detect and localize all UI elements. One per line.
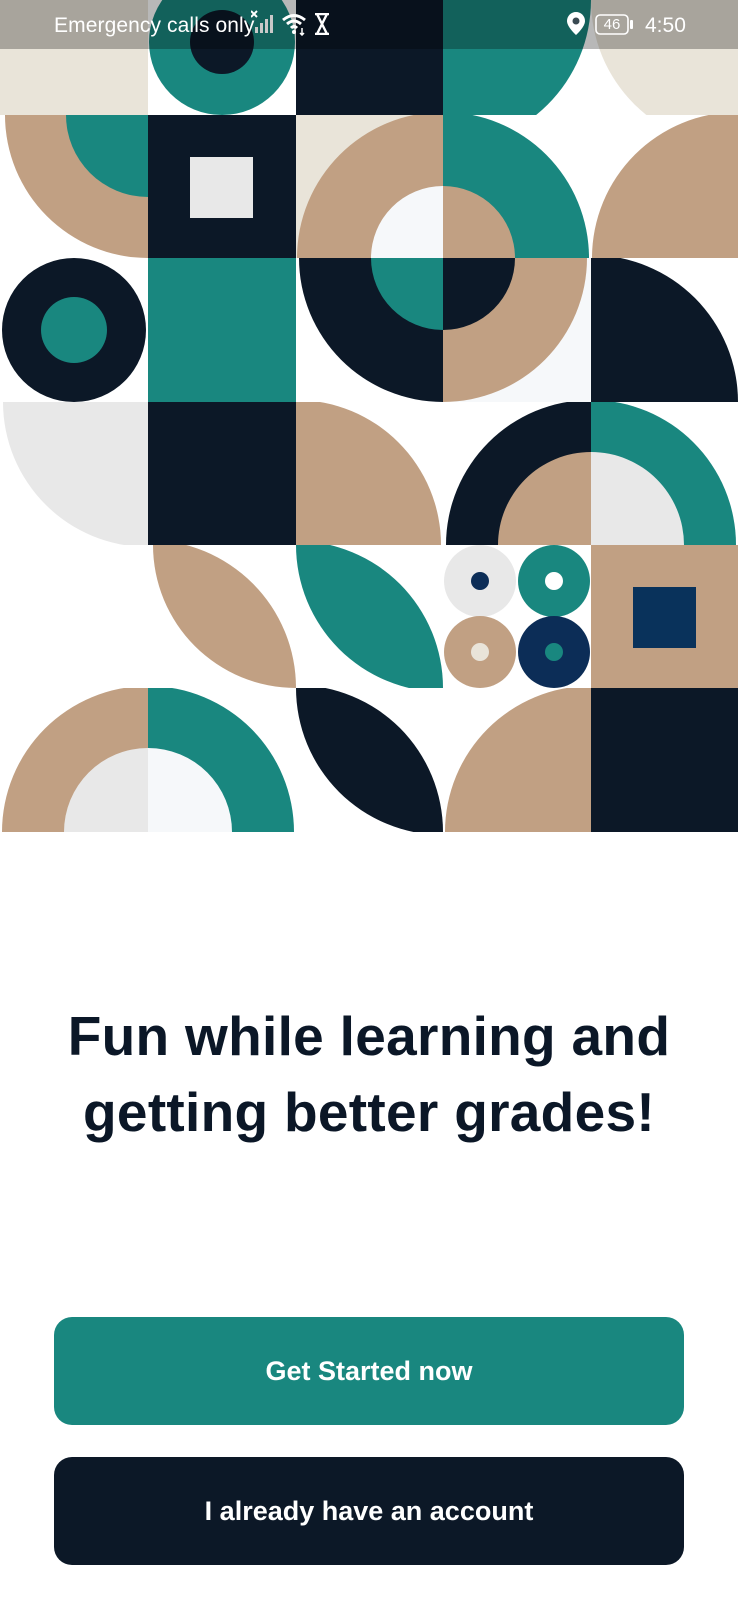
location-icon — [567, 12, 585, 42]
geometric-pattern-illustration — [0, 0, 738, 832]
hourglass-icon — [314, 12, 330, 41]
wifi-icon — [282, 12, 308, 42]
carrier-text: Emergency calls only — [54, 14, 255, 37]
clock: 4:50 — [645, 14, 686, 37]
no-sim-signal-icon — [250, 10, 277, 40]
get-started-button[interactable]: Get Started now — [54, 1317, 684, 1425]
battery-icon: 46 — [595, 14, 635, 41]
status-bar: Emergency calls only 46 4:50 — [0, 0, 738, 49]
battery-level: 46 — [603, 16, 621, 33]
onboarding-headline: Fun while learning and getting better gr… — [67, 1005, 671, 1143]
existing-account-button[interactable]: I already have an account — [54, 1457, 684, 1565]
